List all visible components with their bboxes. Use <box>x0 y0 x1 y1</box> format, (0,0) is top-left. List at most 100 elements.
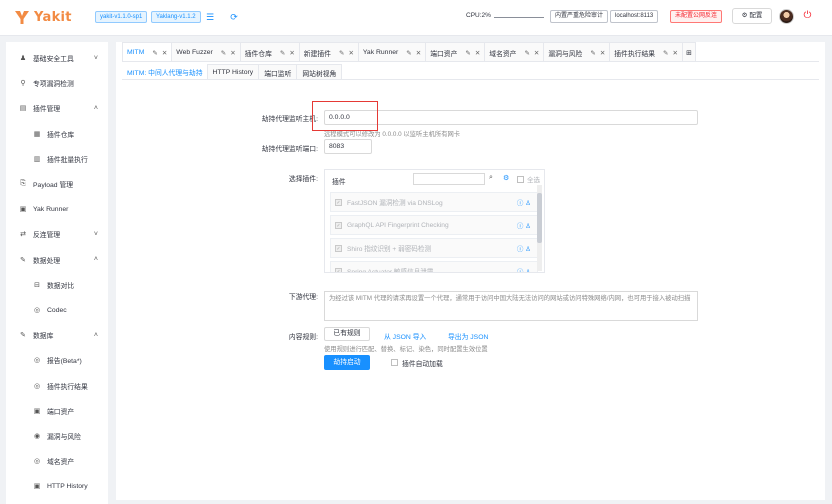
plugin-name: FastJSON 漏洞检测 via DNSLog <box>347 200 443 207</box>
sidebar-item-label: 数据对比 <box>47 282 75 290</box>
sidebar-item[interactable]: ◎ 域名资产 <box>6 449 108 473</box>
plugin-info-icon[interactable]: ⓘ ♙ <box>517 243 531 253</box>
plugin-info-icon[interactable]: ⓘ ♙ <box>517 266 531 272</box>
edit-icon[interactable]: ✎ <box>221 49 226 57</box>
sidebar-item[interactable]: ⊟ 数据对比 <box>6 273 108 297</box>
sidebar-item[interactable]: ▤ 插件管理 ˄ <box>6 96 108 120</box>
plugin-checkbox[interactable]: ✓ <box>335 244 342 252</box>
scrollbar-thumb[interactable] <box>537 193 542 243</box>
chevron-up-icon[interactable]: ˄ <box>94 332 98 339</box>
database-icon: ✎ <box>20 332 26 340</box>
close-icon[interactable]: ✕ <box>348 49 353 57</box>
sidebar-item[interactable]: ▣ 端口资产 <box>6 399 108 423</box>
sidebar-item[interactable]: ◉ 漏洞与风险 <box>6 424 108 448</box>
chevron-down-icon[interactable]: ˅ <box>94 231 98 238</box>
tab-6[interactable]: 域名资产 ✎ ✕ <box>484 42 545 62</box>
plugin-row[interactable]: ✓ Shiro 指纹识别 + 弱密码检测 ⓘ ♙ <box>330 238 538 258</box>
chevron-up-icon[interactable]: ˄ <box>94 105 98 112</box>
edit-icon[interactable]: ✎ <box>339 49 344 57</box>
export-json-link[interactable]: 导出为 JSON <box>448 331 488 341</box>
import-json-link[interactable]: 从 JSON 导入 <box>384 331 426 341</box>
rules-button[interactable]: 已有规则 <box>324 327 370 341</box>
plugin-checkbox[interactable]: ✓ <box>335 221 342 229</box>
chevron-down-icon[interactable]: ˅ <box>94 55 98 62</box>
host-input[interactable]: 0.0.0.0 <box>324 110 698 125</box>
sidebar-item[interactable]: ▣ Yak Runner <box>6 197 108 221</box>
edit-icon[interactable]: ✎ <box>152 49 157 57</box>
close-icon[interactable]: ✕ <box>475 49 480 57</box>
cpu-sparkline <box>494 17 544 18</box>
plugin-row[interactable]: ✓ GraphQL API Fingerprint Checking ⓘ ♙ <box>330 215 538 235</box>
sidebar-item[interactable]: ▥ 插件批量执行 <box>6 147 108 171</box>
close-icon[interactable]: ✕ <box>673 49 678 57</box>
tab-2[interactable]: 插件仓库 ✎ ✕ <box>239 42 300 62</box>
sidebar-item[interactable]: ⇄ 反连管理 ˅ <box>6 222 108 246</box>
settings-button[interactable]: ⚙ 配置 <box>732 8 772 24</box>
edit-icon[interactable]: ✎ <box>590 49 595 57</box>
chevron-up-icon[interactable]: ˄ <box>94 256 98 263</box>
yakit-logo-icon <box>14 9 30 25</box>
tab-7[interactable]: 漏洞与风险 ✎ ✕ <box>543 42 611 62</box>
close-icon[interactable]: ✕ <box>289 49 294 57</box>
sidebar-item[interactable]: ⎘ Payload 管理 <box>6 172 108 196</box>
port-input[interactable]: 8083 <box>324 139 372 154</box>
plugin-checkbox[interactable]: ✓ <box>335 198 342 206</box>
subtab-3[interactable]: 网站树视角 <box>296 64 343 80</box>
select-all-checkbox[interactable] <box>517 176 524 183</box>
list-icon[interactable]: ☰ <box>205 11 215 23</box>
subtab-0[interactable]: MITM: 中间人代理与劫持 <box>122 64 208 80</box>
tab-label: 漏洞与风险 <box>548 50 583 58</box>
tab-0[interactable]: MITM ✎ ✕ <box>122 42 173 62</box>
sidebar-item[interactable]: ✎ 数据库 ˄ <box>6 323 108 347</box>
edit-icon[interactable]: ✎ <box>280 49 285 57</box>
plugin-info-icon[interactable]: ⓘ ♙ <box>517 220 531 230</box>
search-icon[interactable]: ⌕ <box>489 174 493 182</box>
plugin-row[interactable]: ✓ Spring Actuator 敏感信息泄露 ⓘ ♙ <box>330 261 538 272</box>
close-icon[interactable]: ✕ <box>600 49 605 57</box>
power-icon[interactable]: ⏻ <box>802 10 813 21</box>
yakit-version-tag[interactable]: yakit-v1.1.0-sp1 <box>95 11 148 23</box>
tab-label: 新建插件 <box>303 50 331 58</box>
start-hijack-button[interactable]: 劫持启动 <box>324 355 370 370</box>
gear-icon[interactable]: ⚙ <box>503 174 509 182</box>
tab-1[interactable]: Web Fuzzer ✎ ✕ <box>171 42 241 62</box>
edit-icon[interactable]: ✎ <box>663 49 668 57</box>
sidebar-item-label: 基础安全工具 <box>33 56 74 63</box>
plugin-row[interactable]: ✓ FastJSON 漏洞检测 via DNSLog ⓘ ♙ <box>330 192 538 212</box>
close-icon[interactable]: ✕ <box>534 49 539 57</box>
edit-icon[interactable]: ✎ <box>524 49 529 57</box>
engine-mode-button[interactable]: 内置严重危险审计 <box>550 10 609 23</box>
sidebar-item[interactable]: ▣ HTTP History <box>6 474 108 498</box>
avatar[interactable] <box>779 9 794 24</box>
tab-8[interactable]: 插件执行结果 ✎ ✕ <box>609 42 683 62</box>
refresh-icon[interactable]: ⟳ <box>229 11 239 23</box>
edit-icon[interactable]: ✎ <box>465 49 470 57</box>
sidebar-item[interactable]: ♟ 基础安全工具 ˅ <box>6 46 108 70</box>
close-icon[interactable]: ✕ <box>230 49 235 57</box>
host-button[interactable]: localhost:8113 <box>610 10 659 23</box>
plugin-info-icon[interactable]: ⓘ ♙ <box>517 197 531 207</box>
sidebar-item[interactable]: ✎ 数据处理 ˄ <box>6 248 108 272</box>
sidebar-item[interactable]: ⚲ 专项漏洞检测 <box>6 71 108 95</box>
sidebar-item[interactable]: ◎ Codec <box>6 298 108 322</box>
subtab-2[interactable]: 端口监听 <box>258 64 298 80</box>
reverse-warning-button[interactable]: 未配置公网反连 <box>670 10 723 23</box>
tab-label: MITM <box>127 49 145 56</box>
tab-4[interactable]: Yak Runner ✎ ✕ <box>357 42 427 62</box>
plugin-checkbox[interactable]: ✓ <box>335 267 342 272</box>
downstream-proxy-input[interactable]: 为经过该 MITM 代理的请求再设置一个代理，通常用于访问中国大陆无法访问的网站… <box>324 291 698 321</box>
auto-load-checkbox[interactable] <box>391 359 398 366</box>
plugin-search-input[interactable] <box>413 173 485 185</box>
sidebar-item[interactable]: ▦ 插件仓库 <box>6 122 108 146</box>
close-icon[interactable]: ✕ <box>162 49 167 57</box>
tab-5[interactable]: 端口资产 ✎ ✕ <box>425 42 486 62</box>
edit-icon[interactable]: ✎ <box>406 49 411 57</box>
yaklang-version-tag[interactable]: Yaklang-v1.1.2 <box>151 11 201 23</box>
sidebar-item[interactable]: ◎ 报告(Beta*) <box>6 348 108 372</box>
subtab-1[interactable]: HTTP History <box>206 64 260 80</box>
plugin-scrollbar[interactable] <box>537 185 542 271</box>
sidebar-item[interactable]: ◎ 插件执行结果 <box>6 374 108 398</box>
tab-3[interactable]: 新建插件 ✎ ✕ <box>298 42 359 62</box>
close-icon[interactable]: ✕ <box>416 49 421 57</box>
add-tab-icon[interactable]: ⊞ <box>681 42 696 62</box>
